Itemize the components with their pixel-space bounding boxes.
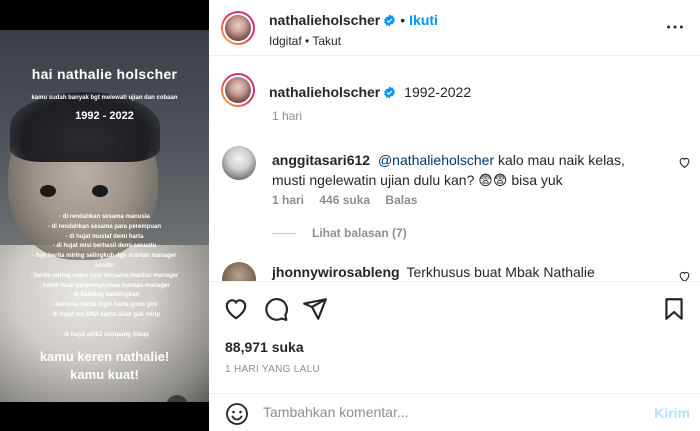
bookmark-icon bbox=[665, 298, 683, 320]
story-list-item: - byk berita miring selingkuh dgn mantan… bbox=[32, 253, 177, 260]
story-list-item: sendiri bbox=[94, 262, 115, 269]
story-list-item: - hamil hasil perselingkuhan mantan mana… bbox=[39, 282, 170, 289]
commenter-avatar[interactable] bbox=[222, 146, 256, 180]
header-user-line: nathalieholscher • Ikuti bbox=[269, 12, 438, 32]
story-subtitle: kamu sudah banyak bgt melewati ujian dan… bbox=[31, 95, 178, 101]
comment-mention[interactable]: @nathalieholscher bbox=[378, 152, 494, 168]
story-years: 1992 - 2022 bbox=[75, 110, 134, 122]
story-closing: kamu keren nathalie! kamu kuat! bbox=[0, 348, 209, 384]
share-button[interactable] bbox=[302, 296, 328, 327]
separator: • bbox=[400, 12, 406, 28]
comment-body: anggitasari612 @nathalieholscher kalo ma… bbox=[272, 150, 672, 190]
story-list-item: - di banding bandingkan bbox=[69, 292, 140, 299]
send-comment-button[interactable]: Kirim bbox=[654, 405, 690, 421]
verified-badge-icon bbox=[383, 86, 396, 102]
audio-label[interactable]: Idgitaf • Takut bbox=[269, 34, 341, 48]
emoji-icon bbox=[226, 403, 248, 425]
share-icon bbox=[303, 298, 327, 320]
caption-avatar[interactable] bbox=[221, 73, 255, 107]
story-list-item: - di rendahkan sesama manusia bbox=[59, 214, 150, 220]
mute-icon bbox=[171, 400, 183, 402]
photo-eye-left bbox=[40, 185, 56, 197]
story-closing-line: kamu kuat! bbox=[70, 367, 139, 382]
story-list-item: - di hujat adik2 numpang hidup bbox=[60, 331, 149, 338]
view-replies-label: Lihat balasan (7) bbox=[312, 226, 407, 240]
comment-meta: 1 hari 446 suka Balas bbox=[272, 193, 429, 207]
story-list-item bbox=[0, 321, 209, 331]
comment-text: kalo mau naik kelas, bbox=[494, 152, 625, 168]
comment-body: jhonnywirosableng Terkhusus buat Mbak Na… bbox=[272, 264, 595, 280]
post-timestamp: 1 HARI YANG LALU bbox=[225, 364, 321, 375]
post-media[interactable]: hai nathalie holscher kamu sudah banyak … bbox=[0, 30, 209, 402]
story-list-item: - di hujat misi berhasil demi sesuatu bbox=[52, 243, 157, 250]
commenter-username[interactable]: anggitasari612 bbox=[272, 152, 370, 168]
story-list-item: - bercerai karna ingin harta gono gini bbox=[51, 302, 158, 309]
view-replies-button[interactable]: Lihat balasan (7) bbox=[272, 226, 407, 240]
story-list-item: - di rendahkan sesama para perempuan bbox=[47, 223, 162, 230]
verified-badge-icon bbox=[383, 14, 396, 32]
comment-text-line2: musti ngelewatin ujian dulu kan? 😨😨 bisa… bbox=[272, 172, 563, 188]
heart-icon bbox=[225, 299, 247, 320]
post-actions: 88,971 suka 1 HARI YANG LALU bbox=[209, 281, 700, 391]
like-button[interactable] bbox=[223, 296, 249, 327]
photo-hair bbox=[10, 92, 160, 162]
author-avatar[interactable] bbox=[221, 11, 255, 45]
comment-button[interactable] bbox=[263, 296, 289, 327]
emoji-button[interactable] bbox=[225, 402, 249, 431]
comment-icon bbox=[265, 298, 288, 321]
save-button[interactable] bbox=[661, 296, 687, 327]
story-list-item: - di hujat tes DNA karna anak gak mirip bbox=[48, 311, 161, 318]
story-list: - di rendahkan sesama manusia - di renda… bbox=[0, 213, 209, 340]
comment-time: 1 hari bbox=[272, 193, 305, 207]
photo-eye-right bbox=[92, 185, 108, 197]
caption-text: 1992-2022 bbox=[404, 84, 472, 100]
likes-count[interactable]: 88,971 suka bbox=[225, 339, 304, 355]
comment-likes[interactable]: 446 suka bbox=[319, 193, 370, 207]
caption-username[interactable]: nathalieholscher bbox=[269, 84, 380, 100]
reply-button[interactable]: Balas bbox=[385, 193, 417, 207]
media-panel: hai nathalie holscher kamu sudah banyak … bbox=[0, 0, 209, 431]
commenter-username[interactable]: jhonnywirosableng bbox=[272, 264, 400, 280]
post-header: nathalieholscher • Ikuti Idgitaf • Takut bbox=[209, 0, 700, 56]
add-comment-bar: Kirim bbox=[209, 393, 700, 431]
heart-icon bbox=[679, 157, 690, 169]
story-title: hai nathalie holscher bbox=[31, 66, 178, 82]
comment-like-button[interactable] bbox=[678, 156, 691, 174]
more-options-button[interactable] bbox=[664, 16, 686, 43]
story-list-item: - di hujat muslaf demi harta bbox=[65, 233, 144, 240]
comment-input[interactable] bbox=[263, 404, 623, 420]
story-list-item: - berita miring video syur bersama manta… bbox=[30, 272, 179, 279]
caption: nathalieholscher 1992-2022 bbox=[269, 84, 471, 102]
replies-divider bbox=[272, 232, 296, 234]
comment-text: Terkhusus buat Mbak Nathalie bbox=[406, 264, 595, 280]
caption-time: 1 hari bbox=[272, 109, 303, 123]
more-options-icon bbox=[667, 25, 683, 29]
author-username[interactable]: nathalieholscher bbox=[269, 12, 380, 28]
follow-button[interactable]: Ikuti bbox=[409, 12, 438, 28]
post-details-panel: nathalieholscher • Ikuti Idgitaf • Takut n… bbox=[209, 0, 700, 431]
story-closing-line: kamu keren nathalie! bbox=[39, 349, 170, 364]
